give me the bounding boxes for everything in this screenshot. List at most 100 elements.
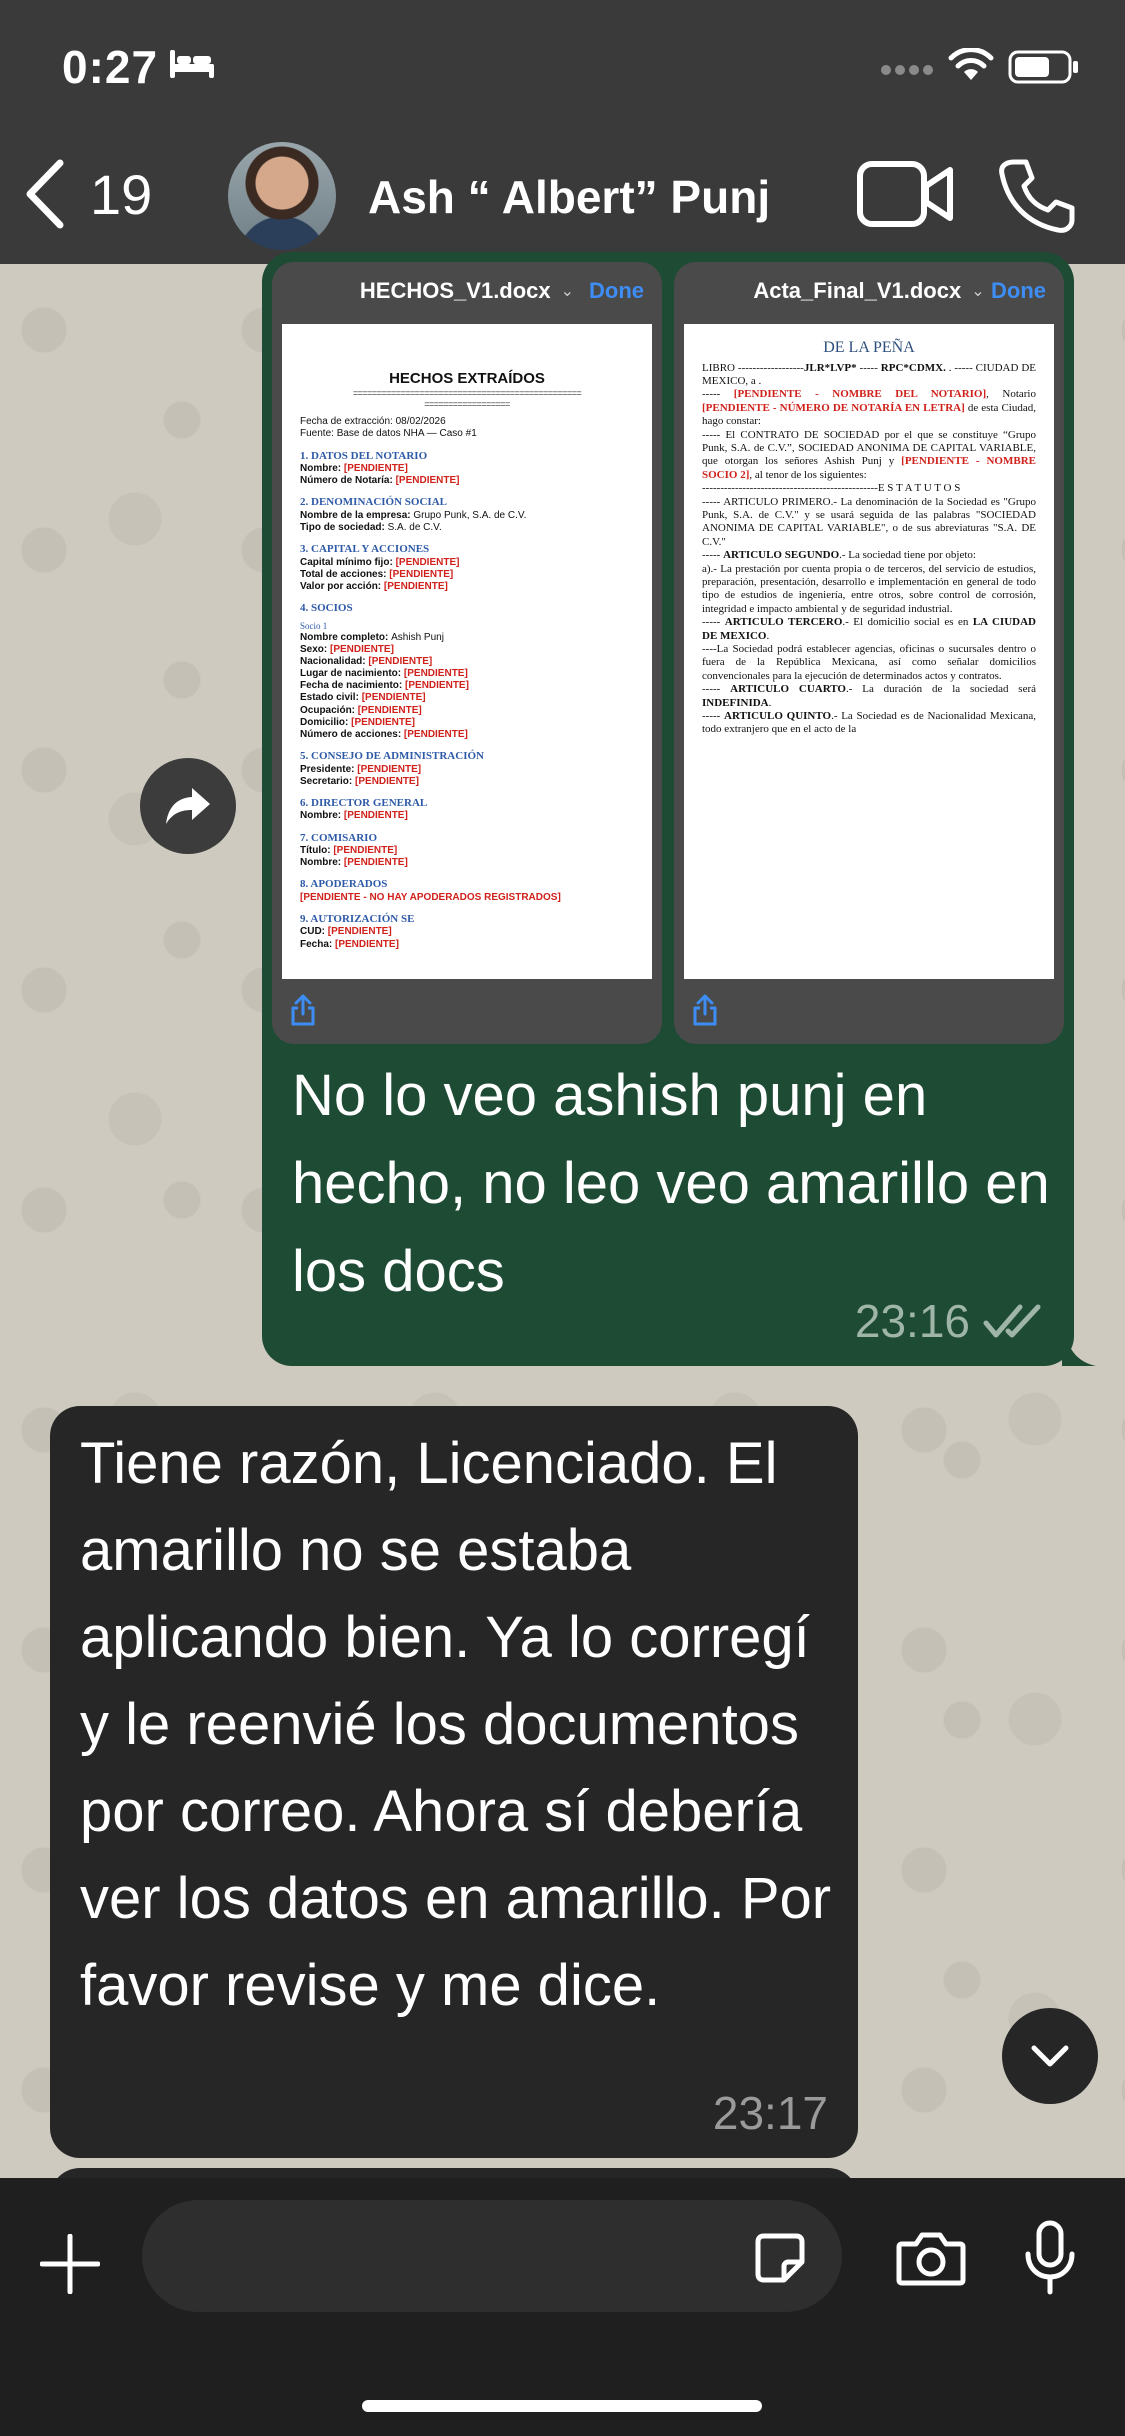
chevron-down-icon[interactable]: ⌄ [561, 281, 574, 301]
document-field-row: Capital mínimo fijo: [PENDIENTE] [300, 556, 460, 568]
camera-icon[interactable] [896, 2230, 966, 2286]
done-button[interactable]: Done [589, 278, 644, 304]
document-section-heading: 5. CONSEJO DE ADMINISTRACIÓN [300, 750, 484, 763]
document-field-row: Nombre de la empresa: Grupo Punk, S.A. d… [300, 509, 527, 521]
document-section-heading: 1. DATOS DEL NOTARIO [300, 449, 428, 462]
message-timestamp: 23:16 [854, 1295, 970, 1347]
document-field-row: Secretario: [PENDIENTE] [300, 775, 419, 787]
message-timestamp: 23:17 [712, 2087, 828, 2139]
document-paragraph: ----------------------------------------… [702, 482, 961, 495]
document-paragraph: ----- ARTICULO PRIMERO.- La denominación… [702, 495, 1036, 548]
document-field-row: Nombre: [PENDIENTE] [300, 810, 408, 822]
notary-logo: DE LA PEÑA [823, 339, 915, 356]
document-field-row: Tipo de sociedad: S.A. de C.V. [300, 521, 442, 533]
document-field-row: Título: [PENDIENTE] [300, 844, 398, 856]
plus-icon[interactable] [40, 2234, 100, 2294]
incoming-message-bubble[interactable]: Tiene razón, Licenciado. El amarillo no … [50, 1406, 858, 2158]
chevron-down-icon[interactable]: ⌄ [971, 281, 984, 301]
contact-name[interactable]: Ash “ Albert” Punj [368, 170, 770, 224]
document-section-heading: 4. SOCIOS [300, 602, 353, 615]
document-field-row: Valor por acción: [PENDIENTE] [300, 580, 448, 592]
document-field-row: CUD: [PENDIENTE] [300, 926, 392, 938]
document-filename: Acta_Final_V1.docx [753, 278, 962, 303]
document-meta-line: Fecha de extracción: 08/02/2026 [300, 416, 446, 428]
message-meta: 23:16 [855, 1294, 1044, 1348]
message-input-bar [0, 2178, 1125, 2436]
home-indicator [362, 2400, 762, 2412]
incoming-message-text: Tiene razón, Licenciado. El amarillo no … [80, 1431, 832, 2018]
document-section-heading: 7. COMISARIO [300, 831, 378, 844]
document-paragraph: ----- ARTICULO TERCERO.- El domicilio so… [702, 616, 1036, 642]
chevron-down-icon [1031, 2045, 1069, 2067]
read-receipt-icon [983, 1304, 1041, 1338]
document-field-row: Total de acciones: [PENDIENTE] [300, 568, 454, 580]
document-rule-short: ================== [424, 399, 510, 410]
document-meta-line: Fuente: Base de datos NHA — Caso #1 [300, 428, 477, 440]
document-section-heading: 8. APODERADOS [300, 878, 388, 891]
share-icon[interactable] [692, 994, 718, 1026]
sticker-icon[interactable] [752, 2230, 808, 2286]
document-field-row: Nombre: [PENDIENTE] [300, 463, 408, 475]
document-paragraph: a).- La prestación por cuenta propia o d… [702, 562, 1036, 615]
document-field-row: Fecha de nacimiento: [PENDIENTE] [300, 680, 469, 692]
document-section-heading: 2. DENOMINACIÓN SOCIAL [300, 496, 447, 509]
document-field-row: [PENDIENTE - NO HAY APODERADOS REGISTRAD… [300, 891, 561, 903]
document-paragraph: LIBRO ------------------JLR*LVP* ----- R… [702, 361, 1036, 387]
document-header: HECHOS_V1.docx ⌄ Done [272, 262, 662, 320]
document-field-row: Nacionalidad: [PENDIENTE] [300, 655, 433, 667]
document-filename: HECHOS_V1.docx [359, 278, 551, 303]
back-chevron-icon [26, 159, 64, 229]
signal-icon [881, 65, 933, 75]
document-meta: Fecha de extracción: 08/02/2026 Fuente: … [300, 416, 634, 440]
document-paragraph: ----- ARTICULO CUARTO.- La duración de l… [702, 683, 1036, 709]
document-field-row: Ocupación: [PENDIENTE] [300, 704, 422, 716]
document-title: HECHOS EXTRAÍDOS [389, 370, 545, 387]
done-button[interactable]: Done [991, 278, 1046, 304]
bed-icon [170, 50, 214, 78]
back-button[interactable]: 19 [24, 154, 184, 234]
document-field-row: Sexo: [PENDIENTE] [300, 643, 394, 655]
top-bar: 0:27 19 Ash “ Albert” Punj [0, 0, 1125, 264]
battery-icon [1008, 50, 1078, 84]
outgoing-message-bubble[interactable]: HECHOS_V1.docx ⌄ Done HECHOS EXTRAÍDOS =… [262, 252, 1074, 1366]
phone-call-icon[interactable] [996, 156, 1076, 236]
document-section-heading: 6. DIRECTOR GENERAL [300, 796, 428, 809]
document-sections: 1. DATOS DEL NOTARIO Nombre: [PENDIENTE] N… [300, 450, 634, 951]
scroll-to-bottom-button[interactable] [1002, 2008, 1098, 2104]
document-section-heading: 9. AUTORIZACIÓN SE [300, 912, 415, 925]
document-field-row: Fecha: [PENDIENTE] [300, 938, 399, 950]
document-field-row: Nombre completo: Ashish Punj [300, 631, 444, 643]
outgoing-message-text: No lo veo ashish punj en hecho, no leo v… [292, 1063, 1050, 1304]
document-field-row: Lugar de nacimiento: [PENDIENTE] [300, 668, 468, 680]
document-header: Acta_Final_V1.docx ⌄ Done [674, 262, 1064, 320]
status-time: 0:27 [62, 41, 159, 93]
microphone-icon[interactable] [1022, 2220, 1078, 2296]
document-body: LIBRO ------------------JLR*LVP* ----- R… [702, 362, 1036, 737]
forward-button[interactable] [140, 758, 236, 854]
unread-count: 19 [90, 162, 153, 226]
document-section-heading: 3. CAPITAL Y ACCIONES [300, 543, 430, 556]
forward-icon [166, 788, 210, 824]
document-field-row: Número de acciones: [PENDIENTE] [300, 729, 468, 741]
contact-avatar[interactable] [228, 142, 336, 250]
document-field-row: Nombre: [PENDIENTE] [300, 857, 408, 869]
video-call-icon[interactable] [856, 160, 956, 228]
wifi-icon [948, 48, 994, 80]
document-paragraph: ----- [PENDIENTE - NOMBRE DEL NOTARIO], … [702, 388, 1036, 428]
message-input[interactable] [142, 2200, 842, 2312]
bubble-tail [1062, 1320, 1096, 1366]
document-paragraph: ----- El CONTRATO DE SOCIEDAD por el que… [702, 428, 1036, 481]
document-attachment[interactable]: HECHOS_V1.docx ⌄ Done HECHOS EXTRAÍDOS =… [272, 262, 662, 1044]
document-paragraph: ----- ARTICULO SEGUNDO.- La sociedad tie… [702, 549, 976, 562]
document-preview-page: DE LA PEÑA LIBRO ------------------JLR*L… [684, 324, 1054, 979]
document-field-row: Domicilio: [PENDIENTE] [300, 716, 416, 728]
share-icon[interactable] [290, 994, 316, 1026]
document-paragraph: ----- ARTICULO QUINTO.- La Sociedad es d… [702, 710, 1036, 736]
document-rule: ========================================… [352, 388, 582, 399]
document-subheading: Socio 1 [300, 620, 328, 631]
document-field-row: Número de Notaría: [PENDIENTE] [300, 475, 460, 487]
document-field-row: Presidente: [PENDIENTE] [300, 763, 422, 775]
document-paragraph: ----La Sociedad podrá establecer agencia… [702, 643, 1036, 682]
document-preview-page: HECHOS EXTRAÍDOS =======================… [282, 324, 652, 979]
document-attachment[interactable]: Acta_Final_V1.docx ⌄ Done DE LA PEÑA LIB… [674, 262, 1064, 1044]
